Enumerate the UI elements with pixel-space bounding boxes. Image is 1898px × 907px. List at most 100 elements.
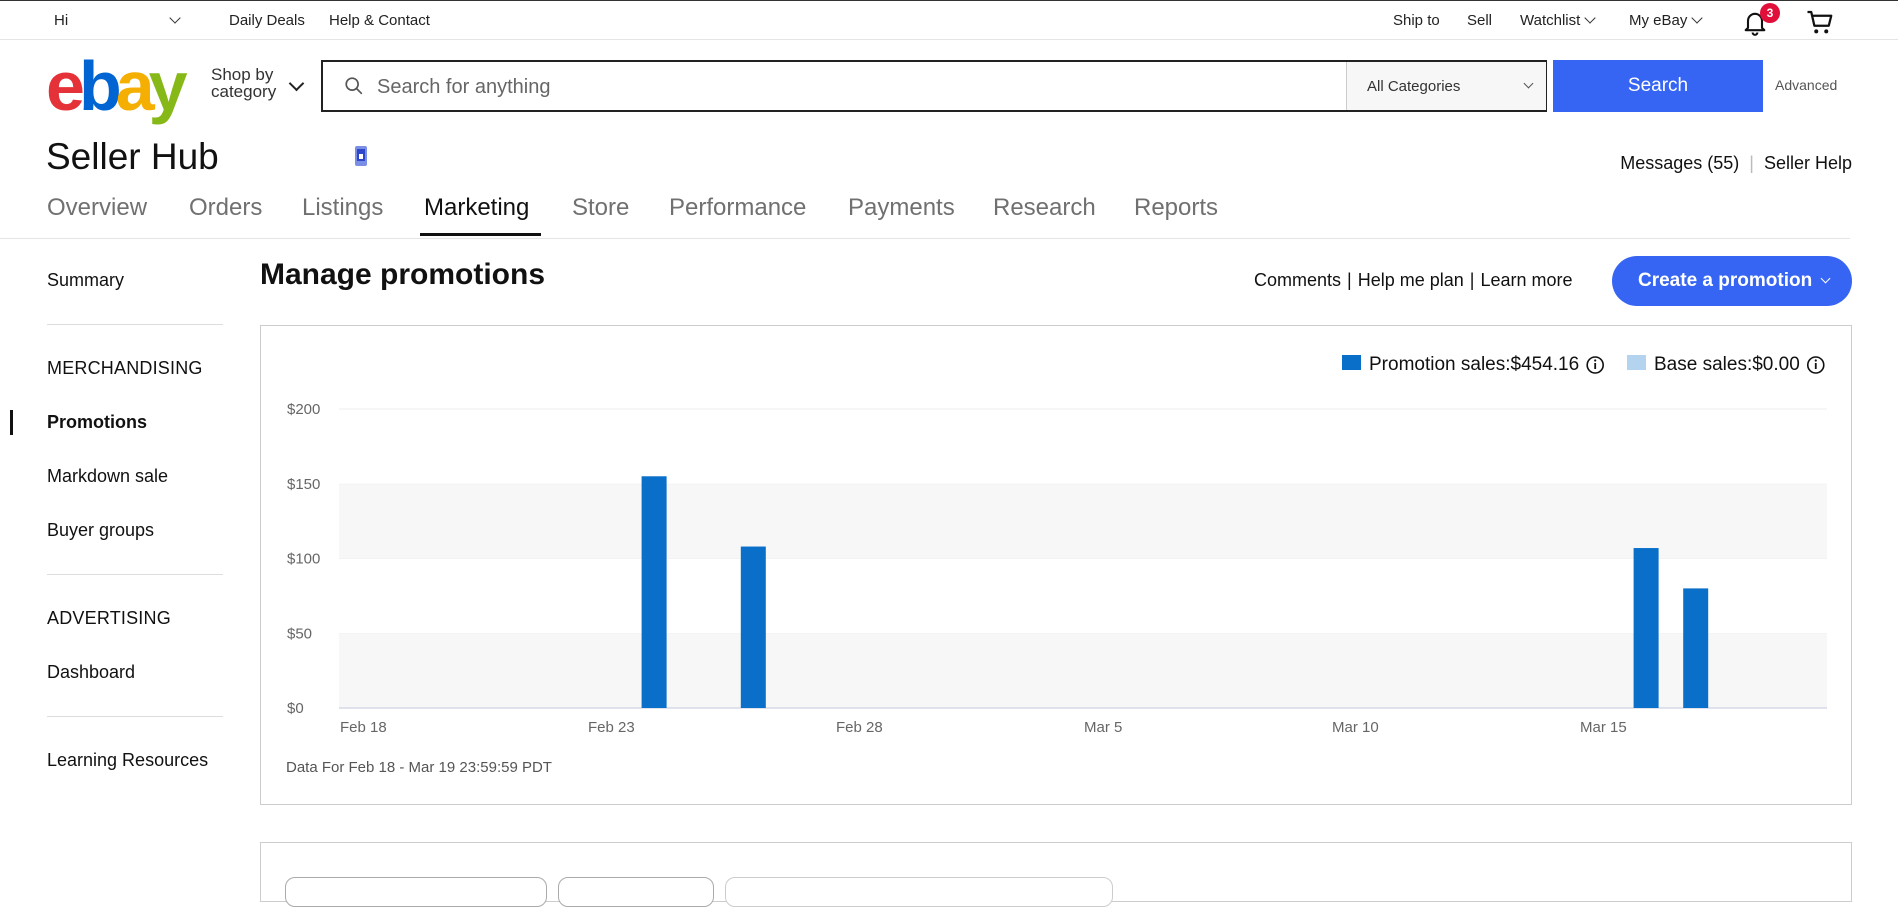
my-ebay-text: My eBay — [1629, 12, 1688, 29]
info-icon — [1594, 359, 1597, 362]
advanced-search-link[interactable]: Advanced — [1775, 77, 1837, 93]
sidebar-divider — [47, 574, 223, 575]
search-input[interactable] — [375, 72, 1299, 102]
page-title: Seller Hub — [46, 136, 219, 177]
sell-link[interactable]: Sell — [1467, 12, 1492, 29]
greeting-chevron-icon[interactable] — [169, 12, 181, 24]
filter-control[interactable] — [558, 877, 714, 907]
tab-performance[interactable]: Performance — [669, 194, 806, 222]
chart-bar — [1633, 548, 1659, 708]
shop-by-line2: category — [211, 82, 277, 101]
x-tick-label: Feb 28 — [836, 719, 883, 736]
active-tab-indicator — [420, 233, 541, 236]
comments-link[interactable]: Comments — [1254, 270, 1341, 290]
tab-research[interactable]: Research — [993, 194, 1096, 222]
seller-help-link[interactable]: Seller Help — [1764, 153, 1852, 173]
info-icon — [1814, 359, 1817, 362]
device-icon[interactable] — [353, 145, 369, 167]
my-ebay-chevron-icon — [1691, 12, 1704, 24]
tab-overview[interactable]: Overview — [47, 194, 147, 222]
y-tick-label: $50 — [287, 625, 312, 642]
link-separator: | — [1469, 270, 1475, 290]
greeting-text: Hi — [54, 12, 69, 29]
ship-to-link[interactable]: Ship to — [1393, 12, 1440, 29]
create-promotion-button[interactable]: Create a promotion — [1612, 256, 1852, 306]
shop-by-chevron-icon[interactable] — [288, 75, 305, 92]
watchlist-menu[interactable]: Watchlist — [1520, 12, 1596, 29]
sidebar-header-advertising: ADVERTISING — [47, 608, 171, 628]
tab-orders[interactable]: Orders — [189, 194, 262, 222]
messages-link[interactable]: Messages (55) — [1620, 153, 1739, 173]
x-tick-label: Mar 15 — [1580, 719, 1627, 736]
category-select[interactable]: All Categories — [1346, 62, 1546, 110]
chart-band — [339, 558, 1827, 634]
sidebar-item-promotions[interactable]: Promotions — [47, 412, 147, 433]
shop-by-line1: Shop by — [211, 65, 274, 84]
chart-bar — [740, 546, 766, 708]
tab-payments[interactable]: Payments — [848, 194, 955, 222]
sidebar-item-markdown-sale[interactable]: Markdown sale — [47, 466, 168, 487]
sidebar-item-dashboard[interactable]: Dashboard — [47, 662, 135, 683]
sidebar-divider — [47, 716, 223, 717]
notification-badge: 3 — [1760, 3, 1780, 23]
sales-chart-card: $0 $50 $100 $150 $200 Feb 18 Feb 23 Feb 28 Mar … — [260, 325, 1852, 805]
x-tick-label: Feb 23 — [588, 719, 635, 736]
legend-swatch — [1342, 355, 1361, 370]
watchlist-chevron-icon — [1584, 12, 1596, 24]
y-tick-label: $100 — [287, 551, 320, 568]
watchlist-text: Watchlist — [1520, 12, 1581, 29]
help-links: Comments | Help me plan | Learn more — [1254, 270, 1573, 291]
y-tick-label: $0 — [287, 700, 304, 717]
logo-letter-y: y — [148, 47, 188, 125]
shop-by-category-button[interactable]: Shop by category — [211, 66, 276, 100]
legend-label: Base sales:$0.00 — [1654, 354, 1800, 375]
help-contact-link[interactable]: Help & Contact — [329, 12, 430, 29]
section-title: Manage promotions — [260, 258, 546, 291]
promotion-sales-chart: $0 $50 $100 $150 $200 Feb 18 Feb 23 Feb 28 Mar … — [287, 354, 1827, 736]
legend-label: Promotion sales:$454.16 — [1369, 354, 1579, 375]
sidebar-active-indicator — [10, 410, 13, 435]
my-ebay-menu[interactable]: My eBay — [1629, 12, 1704, 29]
hub-links: Messages (55) | Seller Help — [1620, 153, 1852, 174]
daily-deals-link[interactable]: Daily Deals — [229, 12, 305, 29]
search-bar: All Categories — [321, 60, 1547, 112]
help-me-plan-link[interactable]: Help me plan — [1358, 270, 1464, 290]
chart-band — [339, 409, 1827, 484]
learn-more-link[interactable]: Learn more — [1480, 270, 1572, 290]
x-tick-label: Mar 10 — [1332, 719, 1379, 736]
tab-store[interactable]: Store — [572, 194, 629, 222]
chart-band — [339, 633, 1827, 708]
cart-icon[interactable] — [1805, 7, 1835, 37]
legend-swatch — [1627, 355, 1646, 370]
tab-reports[interactable]: Reports — [1134, 194, 1218, 222]
search-button[interactable]: Search — [1553, 60, 1763, 112]
chart-band — [339, 483, 1827, 559]
sidebar-item-buyer-groups[interactable]: Buyer groups — [47, 520, 154, 541]
y-tick-label: $200 — [287, 401, 320, 418]
logo-letter-a: a — [115, 47, 155, 125]
chart-date-range-note: Data For Feb 18 - Mar 19 23:59:59 PDT — [286, 759, 552, 776]
greeting-menu[interactable]: Hi — [54, 12, 68, 29]
logo-letter-b: b — [78, 47, 122, 125]
ebay-logo[interactable]: ebay — [46, 47, 188, 125]
create-promotion-label: Create a promotion — [1638, 270, 1813, 291]
logo-letter-e: e — [46, 47, 85, 125]
chart-bar — [1683, 588, 1709, 708]
create-promotion-chevron-icon — [1820, 273, 1831, 284]
search-icon — [345, 77, 363, 95]
x-tick-label: Mar 5 — [1084, 719, 1122, 736]
tab-marketing[interactable]: Marketing — [424, 194, 529, 222]
sidebar-item-learning-resources[interactable]: Learning Resources — [47, 750, 208, 771]
tab-listings[interactable]: Listings — [302, 194, 383, 222]
x-tick-label: Feb 18 — [340, 719, 387, 736]
sidebar-item-summary[interactable]: Summary — [47, 270, 124, 291]
sidebar-header-merchandising: MERCHANDISING — [47, 358, 203, 378]
category-select-value: All Categories — [1367, 78, 1461, 95]
sidebar-divider — [47, 324, 223, 325]
search-filter-input[interactable] — [725, 877, 1113, 907]
filter-control[interactable] — [285, 877, 547, 907]
category-chevron-icon — [1523, 78, 1534, 89]
chart-bar — [641, 476, 667, 708]
hub-links-separator: | — [1749, 153, 1754, 173]
top-utility-bar: Hi Daily Deals Help & Contact Ship to Se… — [0, 0, 1898, 40]
